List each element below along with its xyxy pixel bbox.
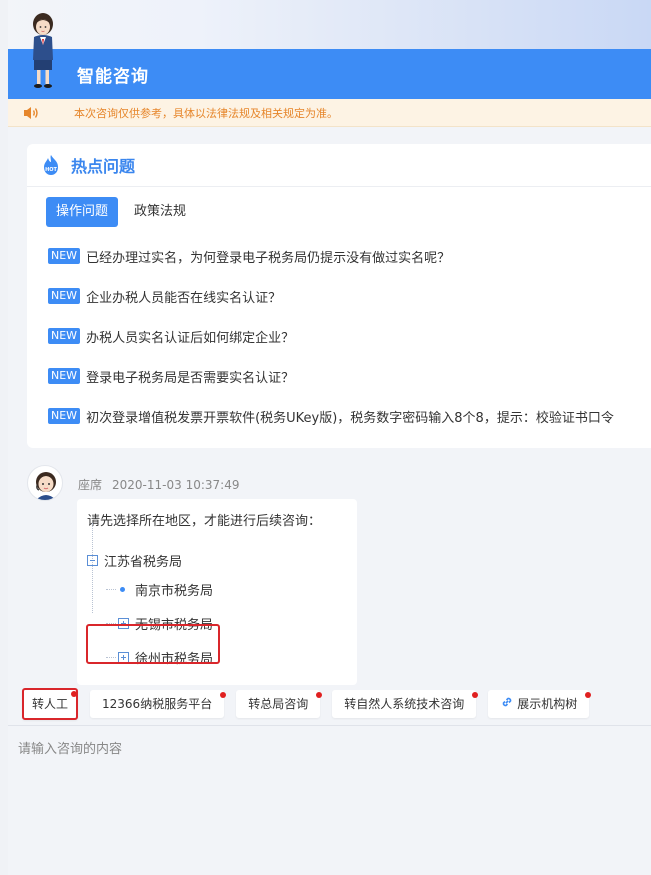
hot-questions-title: 热点问题 — [71, 157, 136, 176]
leaf-bullet-icon — [120, 586, 125, 592]
page-background — [0, 0, 651, 50]
tree-node-label[interactable]: 徐州市税务局 — [135, 648, 213, 667]
button-label: 转人工 — [32, 697, 69, 711]
question-text[interactable]: 企业办税人员能否在线实名认证？ — [86, 287, 281, 306]
new-badge: NEW — [48, 248, 81, 264]
tree-connector — [106, 588, 116, 590]
service-platform-button[interactable]: 12366纳税服务平台 — [90, 690, 227, 718]
notification-dot — [472, 692, 479, 698]
question-tabs: 操作问题 政策法规 — [27, 197, 651, 227]
button-label: 展示机构树 — [517, 697, 578, 711]
tree-connector — [106, 656, 116, 658]
list-item[interactable]: NEW 企业办税人员能否在线实名认证？ — [27, 276, 651, 316]
hot-questions-header: HOT 热点问题 — [27, 144, 651, 187]
new-badge: NEW — [48, 328, 81, 344]
quick-actions: 转人工 12366纳税服务平台 转总局咨询 转自然人系统技术咨询 展示机构树 — [22, 688, 601, 720]
list-item[interactable]: NEW 办税人员实名认证后如何绑定企业？ — [27, 316, 651, 356]
hot-questions-card: HOT 热点问题 操作问题 政策法规 NEW 已经办理过实名，为何登录电子税务局… — [27, 144, 651, 448]
region-tree: 江苏省税务局 南京市税务局 无锡市税务局 徐州市税务局 — [87, 523, 347, 674]
natural-person-tech-button[interactable]: 转自然人系统技术咨询 — [332, 690, 479, 718]
tab-operation[interactable]: 操作问题 — [46, 197, 119, 227]
expand-icon[interactable] — [118, 617, 129, 629]
consult-input[interactable] — [18, 738, 641, 863]
panel-title: 智能咨询 — [77, 66, 149, 87]
mascot-image — [24, 12, 62, 90]
input-area — [8, 726, 651, 875]
hot-flame-icon: HOT — [41, 154, 61, 176]
tree-connector — [106, 622, 116, 624]
link-icon — [500, 691, 514, 719]
new-badge: NEW — [48, 408, 81, 424]
collapse-icon[interactable] — [87, 554, 98, 566]
consult-panel: 智能咨询 本次咨询仅供参考，具体以法律法规及相关规定为准。 HOT 热点问题 操… — [8, 49, 651, 875]
head-office-consult-button[interactable]: 转总局咨询 — [236, 690, 323, 718]
notification-dot — [71, 691, 78, 697]
avatar — [27, 465, 63, 501]
speaker-icon — [22, 105, 42, 121]
tree-node-wuxi[interactable]: 无锡市税务局 — [87, 606, 347, 640]
question-text[interactable]: 办税人员实名认证后如何绑定企业？ — [86, 327, 294, 346]
tree-node-jiangsu[interactable]: 江苏省税务局 — [87, 548, 347, 572]
show-org-tree-button[interactable]: 展示机构树 — [488, 690, 592, 719]
message-bubble: 请先选择所在地区，才能进行后续咨询： 江苏省税务局 南京市税务局 无锡市税务局 — [77, 499, 357, 685]
tree-node-nanjing[interactable]: 南京市税务局 — [87, 572, 347, 606]
page-left-edge — [0, 0, 8, 875]
transfer-human-button[interactable]: 转人工 — [22, 688, 79, 720]
expand-icon[interactable] — [118, 651, 129, 663]
button-label: 转总局咨询 — [248, 697, 309, 711]
list-item[interactable]: NEW 登录电子税务局是否需要实名认证？ — [27, 356, 651, 396]
tab-policy[interactable]: 政策法规 — [124, 197, 196, 227]
hot-question-list: NEW 已经办理过实名，为何登录电子税务局仍提示没有做过实名呢？ NEW 企业办… — [27, 236, 651, 436]
tree-node-label[interactable]: 江苏省税务局 — [104, 551, 182, 570]
panel-header: 智能咨询 — [8, 49, 651, 99]
notification-dot — [316, 692, 323, 698]
message-text: 请先选择所在地区，才能进行后续咨询： — [87, 514, 322, 529]
notice-bar: 本次咨询仅供参考，具体以法律法规及相关规定为准。 — [8, 99, 651, 127]
hot-badge-text: HOT — [45, 167, 57, 173]
notification-dot — [585, 692, 592, 698]
list-item[interactable]: NEW 初次登录增值税发票开票软件(税务UKey版)，税务数字密码输入8个8，提… — [27, 396, 651, 436]
notification-dot — [220, 692, 227, 698]
list-item[interactable]: NEW 已经办理过实名，为何登录电子税务局仍提示没有做过实名呢？ — [27, 236, 651, 276]
tree-node-xuzhou[interactable]: 徐州市税务局 — [87, 640, 347, 674]
tree-node-label[interactable]: 无锡市税务局 — [135, 614, 213, 633]
button-label: 转自然人系统技术咨询 — [344, 697, 465, 711]
sender-name: 座席 — [78, 478, 103, 492]
button-label: 12366纳税服务平台 — [102, 697, 213, 711]
question-text[interactable]: 已经办理过实名，为何登录电子税务局仍提示没有做过实名呢？ — [86, 247, 450, 266]
question-text[interactable]: 登录电子税务局是否需要实名认证？ — [86, 367, 294, 386]
new-badge: NEW — [48, 368, 81, 384]
tree-node-label[interactable]: 南京市税务局 — [135, 580, 213, 599]
message-timestamp: 2020-11-03 10:37:49 — [112, 478, 240, 492]
new-badge: NEW — [48, 288, 81, 304]
message-meta: 座席 2020-11-03 10:37:49 — [78, 476, 239, 493]
question-text[interactable]: 初次登录增值税发票开票软件(税务UKey版)，税务数字密码输入8个8，提示：校验… — [86, 407, 614, 426]
notice-text: 本次咨询仅供参考，具体以法律法规及相关规定为准。 — [74, 106, 338, 120]
